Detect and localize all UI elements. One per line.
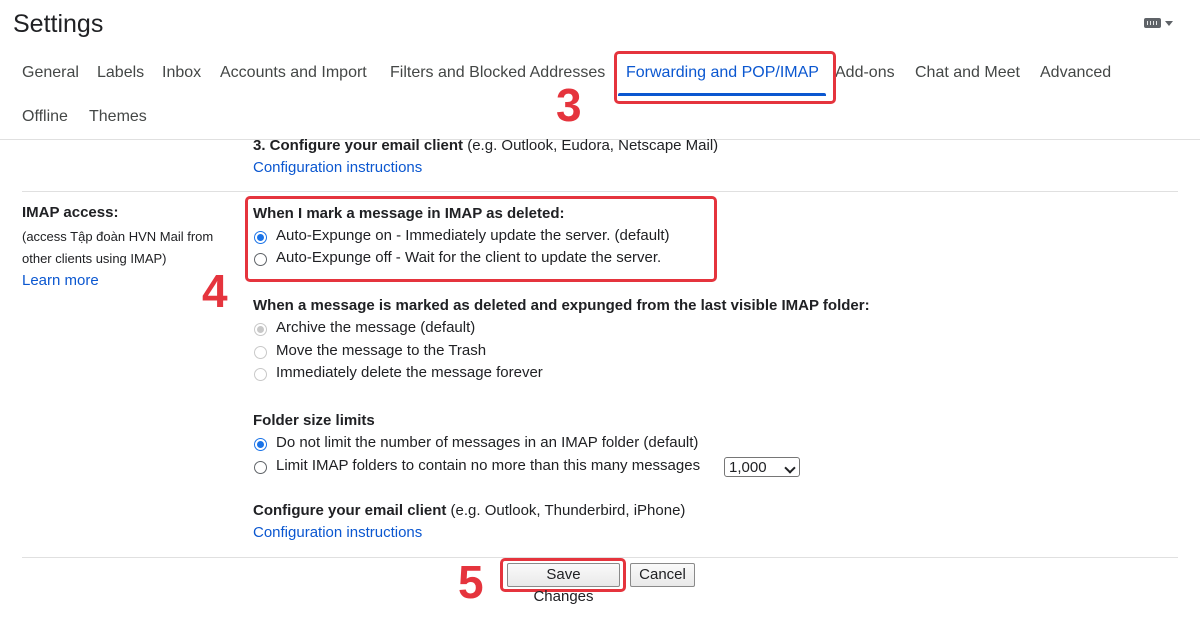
folder-limit-value: 1,000 bbox=[729, 459, 767, 476]
imap-configure-hint: (e.g. Outlook, Thunderbird, iPhone) bbox=[450, 502, 686, 519]
input-tools-button[interactable] bbox=[1144, 18, 1173, 28]
tab-offline[interactable]: Offline bbox=[22, 108, 68, 126]
delete-forever-radio[interactable] bbox=[254, 368, 267, 381]
learn-more-link[interactable]: Learn more bbox=[22, 272, 99, 289]
move-to-trash-radio[interactable] bbox=[254, 346, 267, 359]
save-changes-button[interactable]: Save Changes bbox=[507, 563, 620, 605]
header: Settings bbox=[0, 0, 1200, 52]
expunged-heading: When a message is marked as deleted and … bbox=[253, 297, 870, 314]
folder-limit-select[interactable]: 1,000 bbox=[724, 457, 800, 477]
page-title: Settings bbox=[13, 10, 104, 38]
tab-themes[interactable]: Themes bbox=[89, 108, 147, 126]
tab-accounts-and-import[interactable]: Accounts and Import bbox=[220, 64, 367, 82]
imap-configuration-instructions-link[interactable]: Configuration instructions bbox=[253, 524, 422, 541]
chevron-down-icon bbox=[1165, 20, 1173, 26]
auto-expunge-off-label[interactable]: Auto-Expunge off - Wait for the client t… bbox=[276, 249, 661, 266]
tab-add-ons[interactable]: Add-ons bbox=[835, 64, 895, 82]
step3-highlight-box bbox=[614, 51, 836, 104]
pop-configure-heading: 3. Configure your email client bbox=[253, 137, 464, 154]
auto-expunge-on-label[interactable]: Auto-Expunge on - Immediately update the… bbox=[276, 227, 670, 244]
move-to-trash-label: Move the message to the Trash bbox=[276, 342, 487, 359]
step5-number: 5 bbox=[458, 556, 484, 608]
imap-access-description: (access Tập đoàn HVN Mail from other cli… bbox=[22, 229, 214, 266]
tab-inbox[interactable]: Inbox bbox=[162, 64, 201, 82]
tab-advanced[interactable]: Advanced bbox=[1040, 64, 1111, 82]
imap-configure-heading: Configure your email client bbox=[253, 502, 447, 519]
tab-chat-and-meet[interactable]: Chat and Meet bbox=[915, 64, 1020, 82]
chevron-down-icon bbox=[784, 462, 796, 474]
section-divider bbox=[22, 191, 1178, 192]
keyboard-icon bbox=[1144, 18, 1161, 28]
imap-configure-text: Configure your email client (e.g. Outloo… bbox=[253, 502, 685, 519]
delete-forever-label: Immediately delete the message forever bbox=[276, 364, 543, 381]
folder-size-heading: Folder size limits bbox=[253, 412, 375, 429]
tab-general[interactable]: General bbox=[22, 64, 79, 82]
step4-number: 4 bbox=[202, 265, 228, 317]
archive-message-label: Archive the message (default) bbox=[276, 319, 476, 336]
imap-access-label: IMAP access: bbox=[22, 204, 119, 221]
archive-message-radio[interactable] bbox=[254, 323, 267, 336]
settings-page: Settings General Labels Inbox Accounts a… bbox=[0, 0, 1200, 630]
pop-configure-text: 3. Configure your email client (e.g. Out… bbox=[253, 137, 718, 154]
tab-labels[interactable]: Labels bbox=[97, 64, 144, 82]
auto-expunge-off-radio[interactable] bbox=[254, 253, 267, 266]
pop-configuration-instructions-link[interactable]: Configuration instructions bbox=[253, 159, 422, 176]
cancel-button[interactable]: Cancel bbox=[630, 563, 695, 587]
no-limit-label[interactable]: Do not limit the number of messages in a… bbox=[276, 434, 698, 451]
limit-folders-radio[interactable] bbox=[254, 461, 267, 474]
pop-configure-hint: (e.g. Outlook, Eudora, Netscape Mail) bbox=[467, 137, 719, 154]
auto-expunge-on-radio[interactable] bbox=[254, 231, 267, 244]
deleted-heading: When I mark a message in IMAP as deleted… bbox=[253, 205, 565, 222]
step3-number: 3 bbox=[556, 79, 582, 131]
limit-folders-label[interactable]: Limit IMAP folders to contain no more th… bbox=[276, 457, 700, 474]
no-limit-radio[interactable] bbox=[254, 438, 267, 451]
